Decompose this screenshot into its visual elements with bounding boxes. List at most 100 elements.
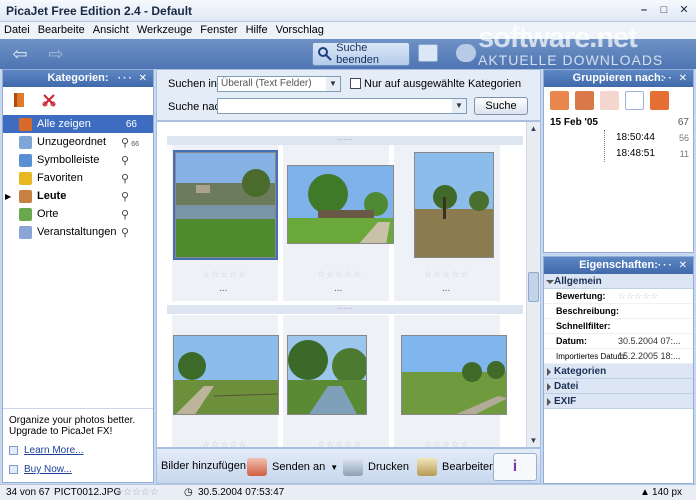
- section-general[interactable]: Allgemein: [544, 274, 693, 289]
- property-row: Bewertung: ☆☆☆☆☆: [544, 289, 693, 304]
- property-value[interactable]: [618, 304, 693, 318]
- panel-controls-icon[interactable]: ··· ✕: [658, 70, 689, 87]
- rating-stars[interactable]: ☆☆☆☆☆: [202, 439, 247, 447]
- rating-stars[interactable]: ☆☆☆☆☆: [317, 269, 362, 280]
- expand-arrow-icon[interactable]: ▶: [5, 192, 11, 201]
- category-item[interactable]: Alle zeigen 66: [3, 115, 153, 133]
- photo-thumbnail[interactable]: [414, 152, 494, 258]
- group-by-people-icon[interactable]: [575, 91, 594, 110]
- link-icon: [9, 446, 18, 455]
- more-label: ...: [442, 283, 451, 294]
- panel-controls-icon[interactable]: ··· ✕: [658, 257, 689, 274]
- scroll-thumb[interactable]: [528, 272, 539, 302]
- rating-stars[interactable]: ☆☆☆☆☆: [317, 439, 362, 447]
- category-item[interactable]: Unzugeordnet ⚲ 66: [3, 133, 153, 151]
- group-by-folder-icon[interactable]: [650, 91, 669, 110]
- categories-toolbar: [3, 87, 153, 115]
- vertical-scrollbar[interactable]: ▲ ▼: [526, 122, 540, 447]
- category-item[interactable]: Symbolleiste ⚲: [3, 151, 153, 169]
- photo-cell[interactable]: ☆☆☆☆☆: [172, 315, 279, 447]
- watermark-tagline: AKTUELLE DOWNLOADS: [478, 52, 664, 68]
- globe-icon[interactable]: [456, 44, 476, 62]
- category-item[interactable]: Veranstaltungen ⚲: [3, 223, 153, 241]
- scroll-down-icon[interactable]: ▼: [527, 434, 540, 447]
- section-exif[interactable]: EXIF: [544, 394, 693, 409]
- property-value[interactable]: 30.5.2004 07:...: [618, 334, 693, 348]
- menu-datei[interactable]: Datei: [0, 22, 34, 36]
- category-item[interactable]: Orte ⚲: [3, 205, 153, 223]
- learn-more-link[interactable]: Learn More...: [9, 445, 147, 456]
- send-button[interactable]: Senden an ▼: [247, 458, 338, 476]
- buy-now-link[interactable]: Buy Now...: [9, 464, 147, 475]
- photo-cell[interactable]: ☆☆☆☆☆: [283, 315, 389, 447]
- minimize-icon[interactable]: –: [638, 4, 650, 16]
- rating-stars[interactable]: ☆☆☆☆☆: [424, 439, 469, 447]
- property-value[interactable]: ☆☆☆☆☆: [618, 289, 693, 303]
- menu-ansicht[interactable]: Ansicht: [89, 22, 133, 36]
- category-label: Veranstaltungen: [37, 226, 117, 238]
- property-rows: Bewertung: ☆☆☆☆☆ Beschreibung: Schnellfilte…: [544, 289, 693, 364]
- photo-cell[interactable]: ☆☆☆☆☆ ...: [172, 145, 278, 301]
- category-item[interactable]: Favoriten ⚲: [3, 169, 153, 187]
- link-icon: [9, 465, 18, 474]
- photo-thumbnail[interactable]: [287, 335, 367, 415]
- maximize-icon[interactable]: □: [658, 4, 670, 16]
- section-file[interactable]: Datei: [544, 379, 693, 394]
- status-rating[interactable]: ☆☆☆☆☆: [114, 487, 159, 498]
- photo-thumbnail[interactable]: [401, 335, 507, 415]
- photo-thumbnail[interactable]: [287, 165, 394, 244]
- photo-cell[interactable]: ☆☆☆☆☆ ...: [283, 145, 394, 301]
- time-group-2[interactable]: 18:48:51: [616, 148, 655, 159]
- send-label: Senden an: [272, 461, 326, 473]
- new-category-icon[interactable]: [11, 92, 27, 108]
- image-view-icon[interactable]: [418, 44, 438, 62]
- photo-thumbnail[interactable]: [173, 150, 278, 260]
- menu-hilfe[interactable]: Hilfe: [242, 22, 272, 36]
- photo-thumbnail[interactable]: [173, 335, 279, 415]
- property-key: Bewertung:: [556, 291, 606, 301]
- delete-category-icon[interactable]: [41, 92, 57, 108]
- group-by-category-icon[interactable]: [550, 91, 569, 110]
- time-group-1[interactable]: 18:50:44: [616, 132, 655, 143]
- search-form: Suchen in: Überall (Text Felder) ▼ Nur a…: [156, 69, 541, 121]
- search-button[interactable]: Suche: [474, 97, 528, 115]
- group-by-date-icon[interactable]: [625, 91, 644, 110]
- panel-controls-icon[interactable]: ··· ✕: [118, 70, 149, 87]
- paperclip-icon: ⚲: [120, 136, 129, 149]
- group-header: Gruppieren nach: ··· ✕: [544, 70, 693, 87]
- send-icon: [247, 458, 267, 476]
- add-images-button[interactable]: Bilder hinzufügen: [161, 460, 246, 472]
- menu-vorschlag[interactable]: Vorschlag: [272, 22, 328, 36]
- search-in-label: Suchen in:: [168, 78, 220, 90]
- forward-arrow-icon[interactable]: ⇨: [44, 45, 68, 63]
- print-button[interactable]: Drucken: [343, 458, 409, 476]
- menu-werkzeuge[interactable]: Werkzeuge: [133, 22, 196, 36]
- category-item[interactable]: ▶ Leute ⚲: [3, 187, 153, 205]
- only-selected-checkbox[interactable]: [350, 78, 361, 89]
- section-categories[interactable]: Kategorien: [544, 364, 693, 379]
- scroll-up-icon[interactable]: ▲: [527, 122, 540, 135]
- property-value[interactable]: [618, 319, 693, 333]
- photo-grid: ····· ☆☆☆☆☆ ... ☆☆☆☆☆ ... ☆☆☆☆☆ ... ····…: [156, 121, 541, 448]
- date-group-label[interactable]: 15 Feb '05: [550, 117, 598, 128]
- photo-cell[interactable]: ☆☆☆☆☆ ...: [394, 145, 500, 301]
- search-in-select[interactable]: Überall (Text Felder) ▼: [217, 76, 341, 92]
- back-arrow-icon[interactable]: ⇦: [8, 45, 32, 63]
- search-end-button[interactable]: Suche beenden: [312, 42, 410, 66]
- menu-fenster[interactable]: Fenster: [196, 22, 241, 36]
- learn-more-text: Learn More...: [24, 445, 84, 456]
- search-for-input[interactable]: ▼: [217, 98, 467, 114]
- edit-button[interactable]: Bearbeiten: [417, 458, 495, 476]
- close-icon[interactable]: ✕: [678, 4, 690, 16]
- promo-line-2: Upgrade to PicaJet FX!: [9, 426, 113, 437]
- category-icon: [19, 117, 32, 131]
- categories-panel: Kategorien: ··· ✕ Alle zeigen 66 Unzugeord…: [2, 69, 154, 483]
- rating-stars[interactable]: ☆☆☆☆☆: [202, 269, 247, 280]
- info-button[interactable]: i: [493, 453, 537, 481]
- group-panel: Gruppieren nach: ··· ✕ 67 15 Feb '05 18:…: [543, 69, 694, 253]
- menu-bearbeite[interactable]: Bearbeite: [34, 22, 89, 36]
- photo-cell[interactable]: ☆☆☆☆☆: [394, 315, 507, 447]
- rating-stars[interactable]: ☆☆☆☆☆: [424, 269, 469, 280]
- property-value[interactable]: 15.2.2005 18:...: [618, 349, 693, 363]
- group-by-rating-icon[interactable]: [600, 91, 619, 110]
